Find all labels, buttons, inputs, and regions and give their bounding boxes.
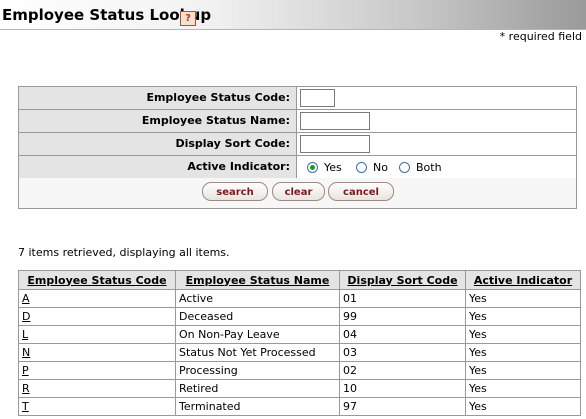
- table-row: T Terminated 97 Yes: [18, 397, 581, 416]
- employee-status-name-label: Employee Status Name:: [19, 110, 297, 132]
- sort-code-cell: 10: [339, 379, 466, 398]
- search-criteria-form: Employee Status Code: Employee Status Na…: [18, 86, 577, 209]
- column-header-status-name[interactable]: Employee Status Name: [175, 270, 340, 290]
- status-code-link[interactable]: T: [22, 400, 29, 413]
- results-table: Employee Status Code Employee Status Nam…: [18, 270, 581, 416]
- employee-status-code-row: Employee Status Code:: [19, 87, 576, 110]
- sort-code-cell: 01: [339, 289, 466, 308]
- table-row: N Status Not Yet Processed 03 Yes: [18, 343, 581, 362]
- display-sort-code-row: Display Sort Code:: [19, 133, 576, 156]
- active-indicator-row: Active Indicator: Yes No Both: [19, 156, 576, 179]
- sort-code-cell: 99: [339, 307, 466, 326]
- status-name-cell: Retired: [175, 379, 340, 398]
- status-name-cell: Status Not Yet Processed: [175, 343, 340, 362]
- table-row: D Deceased 99 Yes: [18, 307, 581, 326]
- radio-selected-icon: [307, 162, 318, 173]
- status-code-link[interactable]: L: [22, 328, 28, 341]
- employee-status-code-label: Employee Status Code:: [19, 87, 297, 109]
- search-button[interactable]: search: [202, 182, 268, 201]
- cancel-button[interactable]: cancel: [328, 182, 394, 201]
- active-both-radio[interactable]: Both: [399, 161, 442, 174]
- display-sort-code-input[interactable]: [300, 135, 370, 153]
- radio-unselected-icon: [399, 162, 410, 173]
- help-icon[interactable]: ?: [180, 11, 196, 26]
- radio-unselected-icon: [356, 162, 367, 173]
- form-button-bar: search clear cancel: [19, 178, 576, 208]
- table-row: P Processing 02 Yes: [18, 361, 581, 380]
- active-indicator-cell: Yes: [465, 343, 581, 362]
- table-row: L On Non-Pay Leave 04 Yes: [18, 325, 581, 344]
- sort-code-cell: 02: [339, 361, 466, 380]
- status-name-cell: Deceased: [175, 307, 340, 326]
- column-header-sort-code[interactable]: Display Sort Code: [339, 270, 466, 290]
- column-header-status-code[interactable]: Employee Status Code: [18, 270, 176, 290]
- table-row: R Retired 10 Yes: [18, 379, 581, 398]
- results-summary: 7 items retrieved, displaying all items.: [18, 246, 230, 259]
- active-no-label: No: [373, 161, 388, 174]
- title-bar: Employee Status Lookup ?: [0, 0, 586, 30]
- active-yes-radio[interactable]: Yes: [307, 161, 342, 174]
- status-name-cell: Terminated: [175, 397, 340, 416]
- employee-status-name-input[interactable]: [300, 112, 370, 130]
- active-both-label: Both: [416, 161, 442, 174]
- sort-code-cell: 97: [339, 397, 466, 416]
- table-row: A Active 01 Yes: [18, 289, 581, 308]
- status-name-cell: On Non-Pay Leave: [175, 325, 340, 344]
- sort-code-cell: 03: [339, 343, 466, 362]
- active-indicator-cell: Yes: [465, 361, 581, 380]
- sort-code-cell: 04: [339, 325, 466, 344]
- status-code-link[interactable]: D: [22, 310, 30, 323]
- table-header-row: Employee Status Code Employee Status Nam…: [18, 270, 581, 290]
- active-indicator-cell: Yes: [465, 397, 581, 416]
- active-indicator-cell: Yes: [465, 289, 581, 308]
- required-field-note: * required field: [499, 30, 582, 43]
- status-code-link[interactable]: A: [22, 292, 30, 305]
- status-code-link[interactable]: R: [22, 382, 30, 395]
- active-indicator-cell: Yes: [465, 379, 581, 398]
- active-yes-label: Yes: [324, 161, 342, 174]
- status-code-link[interactable]: N: [22, 346, 30, 359]
- employee-status-code-input[interactable]: [300, 89, 335, 107]
- display-sort-code-label: Display Sort Code:: [19, 133, 297, 155]
- active-no-radio[interactable]: No: [356, 161, 388, 174]
- status-name-cell: Processing: [175, 361, 340, 380]
- column-header-active-indicator[interactable]: Active Indicator: [465, 270, 581, 290]
- active-indicator-label: Active Indicator:: [19, 156, 297, 178]
- status-name-cell: Active: [175, 289, 340, 308]
- clear-button[interactable]: clear: [272, 182, 325, 201]
- active-indicator-cell: Yes: [465, 307, 581, 326]
- employee-status-name-row: Employee Status Name:: [19, 110, 576, 133]
- status-code-link[interactable]: P: [22, 364, 29, 377]
- active-indicator-cell: Yes: [465, 325, 581, 344]
